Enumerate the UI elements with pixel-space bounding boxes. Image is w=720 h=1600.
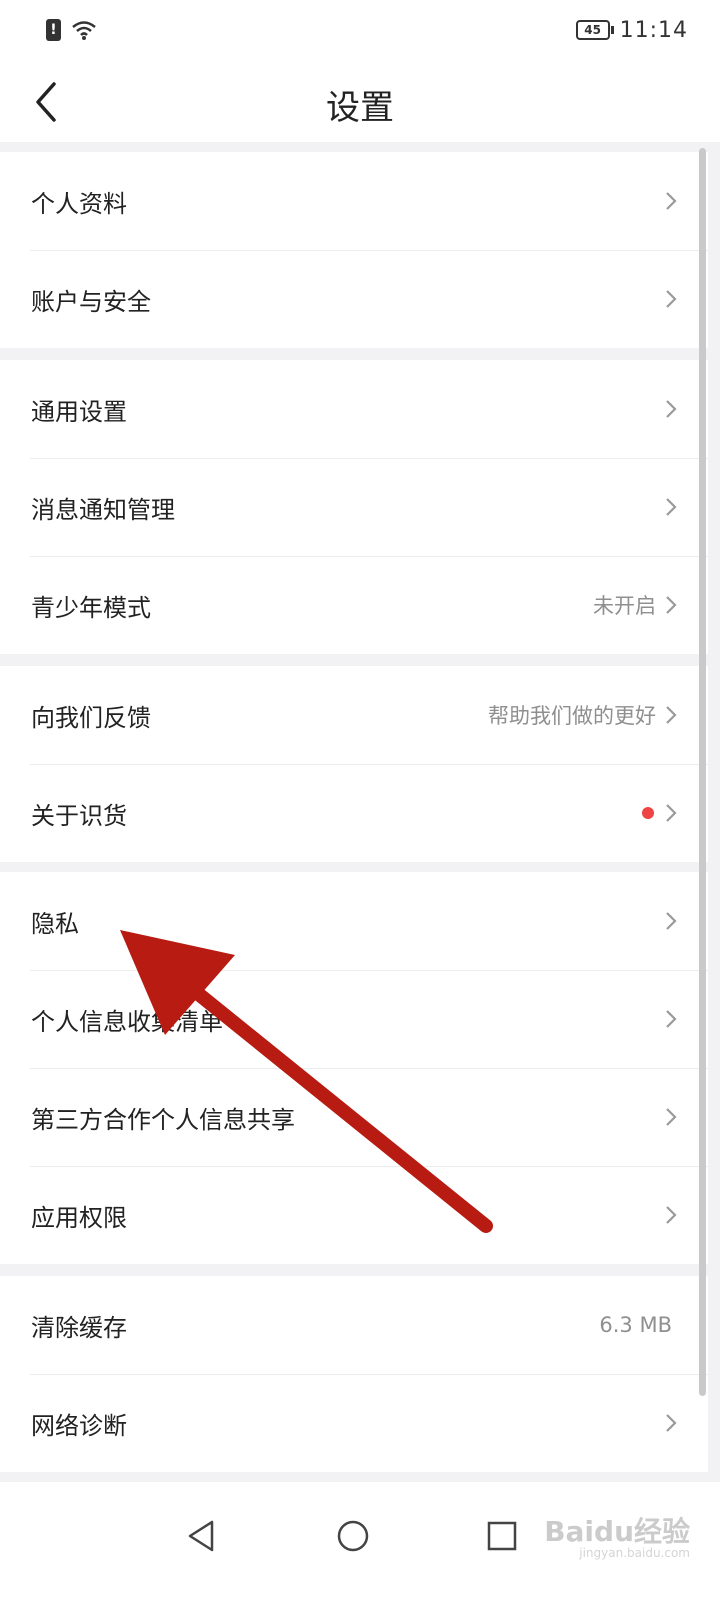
settings-row-clear-cache[interactable]: 清除缓存 6.3 MB	[0, 1276, 708, 1374]
row-label: 隐私	[31, 909, 79, 938]
alert-icon: !	[46, 19, 61, 41]
settings-row-general-settings[interactable]: 通用设置	[0, 360, 708, 458]
watermark-url: jingyan.baidu.com	[579, 1546, 690, 1560]
chevron-right-icon	[666, 290, 677, 308]
row-label: 向我们反馈	[31, 703, 151, 732]
row-label: 清除缓存	[31, 1313, 127, 1342]
cache-size: 6.3 MB	[599, 1313, 672, 1337]
row-right	[662, 1008, 678, 1030]
chevron-right-icon	[666, 1206, 677, 1224]
row-right: 帮助我们做的更好	[488, 700, 678, 730]
settings-row-info-collection[interactable]: 个人信息收集清单	[0, 970, 708, 1068]
top-nav-bar: 设置	[0, 60, 720, 142]
settings-group-privacy: 隐私 个人信息收集清单 第三方合作个人信息共享 应用权限	[0, 872, 708, 1264]
settings-group-profile: 个人资料 账户与安全	[0, 152, 708, 348]
scrollbar[interactable]	[699, 148, 706, 1396]
settings-row-personal-profile[interactable]: 个人资料	[0, 152, 708, 250]
circle-home-icon[interactable]	[327, 1510, 379, 1562]
feedback-hint: 帮助我们做的更好	[488, 704, 656, 728]
status-right: 45 11:14	[575, 17, 688, 43]
watermark-logo: Baidu经验	[544, 1515, 690, 1548]
row-right: 6.3 MB	[599, 1313, 678, 1337]
battery-level: 45	[584, 23, 601, 37]
settings-row-about[interactable]: 关于识货	[0, 764, 708, 862]
row-label: 青少年模式	[31, 593, 151, 622]
settings-row-account-security[interactable]: 账户与安全	[0, 250, 708, 348]
square-recents-icon[interactable]	[476, 1510, 528, 1562]
row-label: 关于识货	[31, 801, 127, 830]
settings-row-network-diagnosis[interactable]: 网络诊断	[0, 1374, 708, 1472]
row-right	[662, 1204, 678, 1226]
chevron-right-icon	[666, 596, 677, 614]
chevron-right-icon	[666, 498, 677, 516]
row-label: 通用设置	[31, 397, 127, 426]
row-right	[662, 1106, 678, 1128]
status-left: !	[46, 19, 97, 41]
page-title: 设置	[326, 88, 394, 128]
chevron-right-icon	[666, 192, 677, 210]
row-label: 消息通知管理	[31, 495, 175, 524]
settings-row-feedback[interactable]: 向我们反馈 帮助我们做的更好	[0, 666, 708, 764]
chevron-right-icon	[666, 400, 677, 418]
settings-group-maintenance: 清除缓存 6.3 MB 网络诊断	[0, 1276, 708, 1472]
row-right: 未开启	[593, 590, 678, 620]
row-right	[662, 398, 678, 420]
wifi-icon	[72, 21, 96, 40]
row-label: 网络诊断	[31, 1411, 127, 1440]
teen-mode-status: 未开启	[593, 594, 656, 618]
system-nav-bar: Baidu经验 jingyan.baidu.com	[0, 1482, 720, 1600]
row-label: 第三方合作个人信息共享	[31, 1105, 295, 1134]
row-right	[642, 802, 678, 824]
row-right	[662, 1412, 678, 1434]
chevron-right-icon	[666, 804, 677, 822]
chevron-right-icon	[666, 1010, 677, 1028]
red-dot-badge	[642, 807, 654, 819]
status-bar: ! 45 11:14	[0, 0, 720, 60]
chevron-right-icon	[666, 1414, 677, 1432]
watermark: Baidu经验 jingyan.baidu.com	[544, 1510, 690, 1560]
settings-group-feedback: 向我们反馈 帮助我们做的更好 关于识货	[0, 666, 708, 862]
settings-row-third-party-sharing[interactable]: 第三方合作个人信息共享	[0, 1068, 708, 1166]
row-right	[662, 288, 678, 310]
settings-row-app-permissions[interactable]: 应用权限	[0, 1166, 708, 1264]
row-right	[662, 496, 678, 518]
triangle-back-icon[interactable]	[176, 1510, 228, 1562]
row-label: 个人信息收集清单	[31, 1007, 223, 1036]
row-label: 账户与安全	[31, 287, 151, 316]
row-label: 应用权限	[31, 1203, 127, 1232]
row-right	[662, 190, 678, 212]
settings-group-general: 通用设置 消息通知管理 青少年模式 未开启	[0, 360, 708, 654]
chevron-right-icon	[666, 912, 677, 930]
settings-row-notifications[interactable]: 消息通知管理	[0, 458, 708, 556]
row-label: 个人资料	[31, 189, 127, 218]
battery-icon: 45	[575, 20, 614, 40]
chevron-right-icon	[666, 706, 677, 724]
settings-row-privacy[interactable]: 隐私	[0, 872, 708, 970]
settings-row-teen-mode[interactable]: 青少年模式 未开启	[0, 556, 708, 654]
status-time: 11:14	[619, 17, 688, 43]
chevron-right-icon	[666, 1108, 677, 1126]
row-right	[662, 910, 678, 932]
